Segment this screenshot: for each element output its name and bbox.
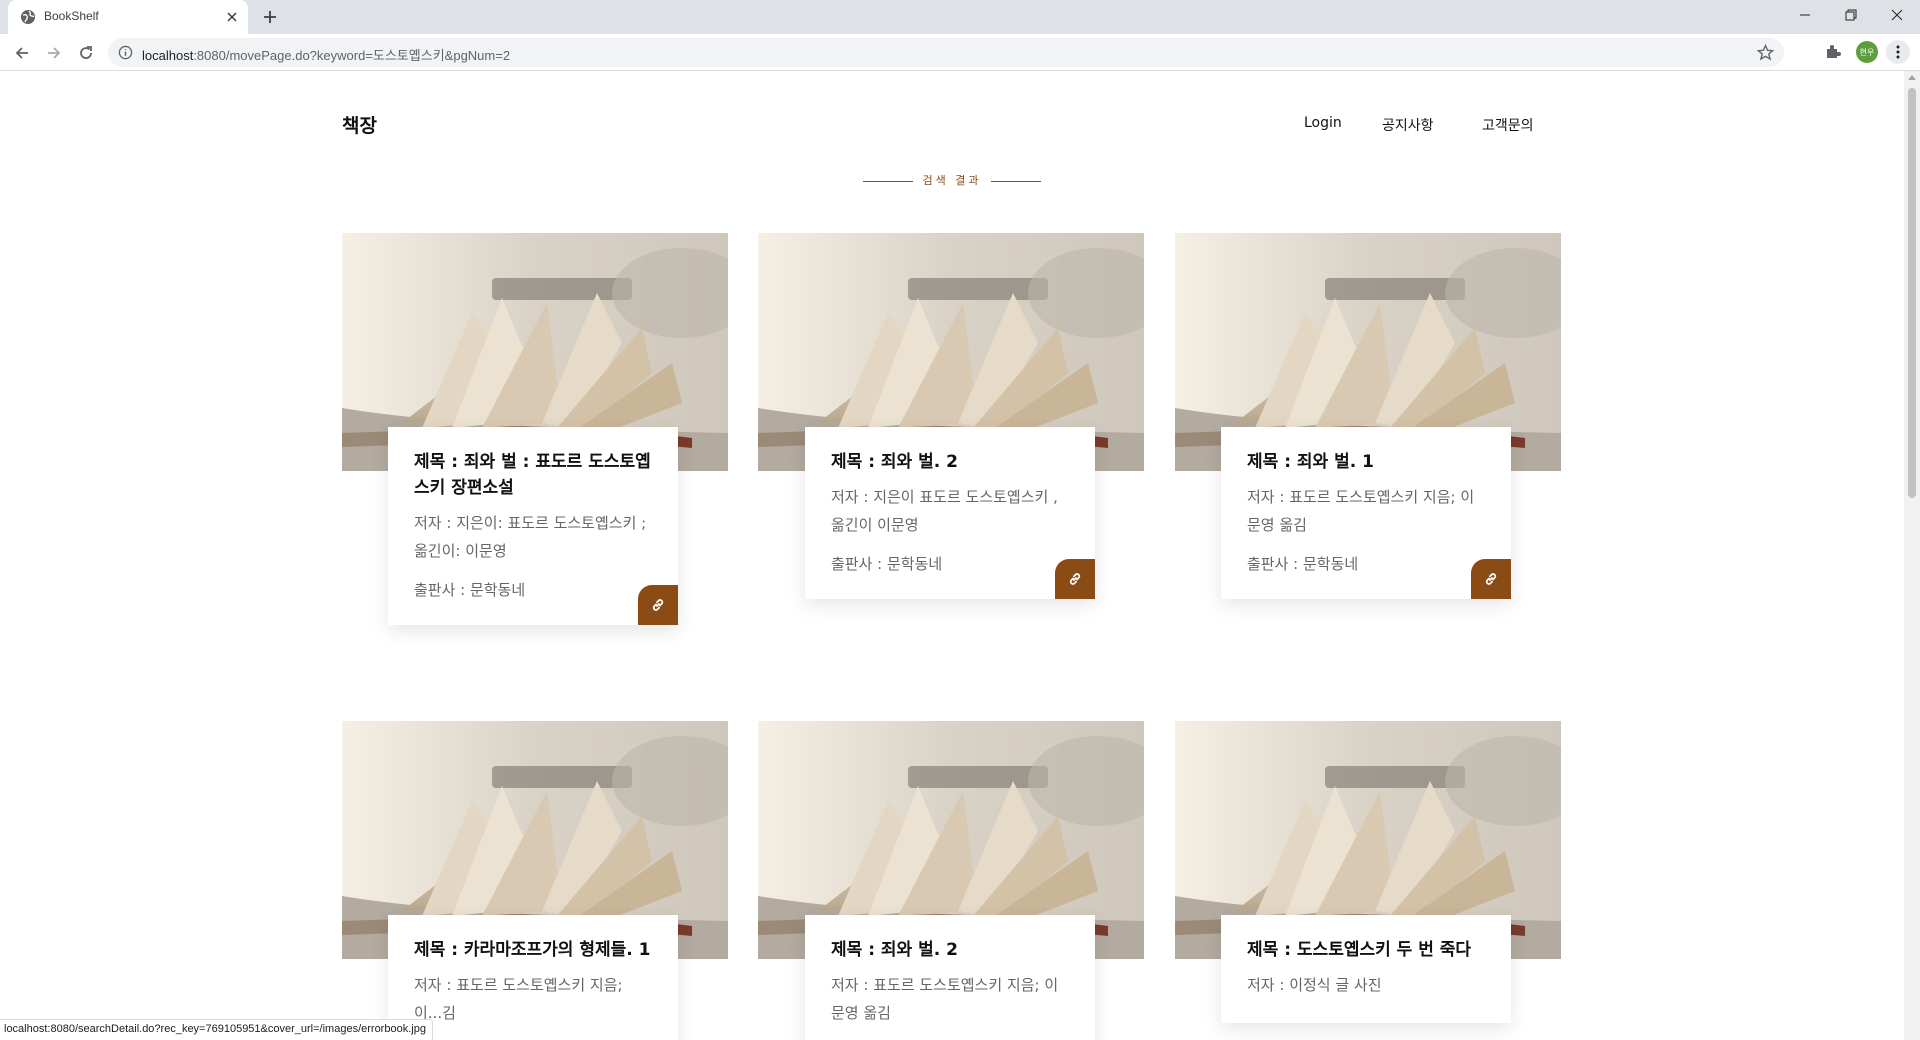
scroll-up-arrow-icon[interactable]	[1908, 75, 1916, 80]
book-author: 저자 : 지은이 표도르 도스토옙스키 ,옮긴이 이문영	[831, 488, 1058, 534]
tab-title: BookShelf	[44, 9, 99, 23]
browser-tab[interactable]: BookShelf	[8, 0, 248, 34]
link-icon	[650, 597, 666, 613]
book-card: 제목 : 죄와 벌. 1 저자 : 표도르 도스토옙스키 지음; 이문영 옮김 …	[1221, 427, 1511, 599]
nav-support[interactable]: 고객문의	[1482, 115, 1534, 135]
section-title-text: 검색 결과	[922, 174, 982, 187]
tab-strip: BookShelf	[0, 0, 1920, 34]
book-author: 저자 : 이정식 글 사진	[1247, 976, 1382, 994]
scrollbar-thumb[interactable]	[1908, 88, 1916, 498]
book-publisher: 출판사 : 문학동네	[1247, 555, 1359, 573]
heading-line-left	[862, 180, 913, 182]
back-button[interactable]	[10, 41, 34, 65]
detail-link-button[interactable]	[1471, 559, 1511, 599]
browser-toolbar: localhost:8080/movePage.do?keyword=도스토옙스…	[0, 34, 1920, 71]
site-logo[interactable]: 책장	[342, 111, 377, 138]
link-icon	[1067, 571, 1083, 587]
nav-login[interactable]: Login	[1304, 115, 1342, 131]
close-window-button[interactable]	[1874, 0, 1920, 30]
book-card: 제목 : 죄와 벌. 2 저자 : 지은이 표도르 도스토옙스키 ,옮긴이 이문…	[805, 427, 1095, 599]
detail-link-button[interactable]	[638, 585, 678, 625]
book-author: 저자 : 표도르 도스토옙스키 지음; 이문영 옮김	[831, 976, 1059, 1022]
book-publisher: 출판사 : 문학동네	[831, 555, 943, 573]
book-title: 제목 : 도스토옙스키 두 번 죽다	[1247, 940, 1472, 960]
nav-notice[interactable]: 공지사항	[1382, 115, 1434, 135]
detail-link-button[interactable]	[1055, 559, 1095, 599]
restore-icon	[1845, 9, 1857, 21]
profile-avatar[interactable]: 현우	[1856, 41, 1878, 63]
book-title: 제목 : 죄와 벌 : 표도르 도스토옙스키 장편소설	[414, 452, 651, 498]
url-path: :8080/movePage.do?keyword=도스토옙스키&pgNum=2	[193, 48, 511, 63]
arrow-right-icon	[48, 47, 61, 59]
reload-icon	[80, 46, 92, 59]
book-card: 제목 : 죄와 벌 : 표도르 도스토옙스키 장편소설 저자 : 지은이: 표도…	[388, 427, 678, 625]
url-text: localhost:8080/movePage.do?keyword=도스토옙스…	[142, 45, 510, 64]
arrow-left-icon	[15, 47, 28, 59]
reload-button[interactable]	[74, 41, 98, 65]
heading-line-right	[991, 180, 1042, 182]
section-heading: 검색 결과	[0, 172, 1904, 188]
book-card: 제목 : 죄와 벌. 2 저자 : 표도르 도스토옙스키 지음; 이문영 옮김	[805, 915, 1095, 1040]
restore-button[interactable]	[1828, 0, 1874, 30]
new-tab-icon[interactable]	[260, 7, 280, 27]
book-author: 저자 : 표도르 도스토옙스키 지음; 이문영 옮김	[1247, 488, 1475, 534]
book-title: 제목 : 죄와 벌. 1	[1247, 452, 1374, 472]
more-vertical-icon	[1896, 45, 1900, 59]
close-tab-icon[interactable]	[224, 9, 240, 25]
book-author: 저자 : 표도르 도스토옙스키 지음; 이...김	[414, 976, 623, 1022]
globe-icon	[21, 10, 35, 24]
book-card: 제목 : 도스토옙스키 두 번 죽다 저자 : 이정식 글 사진	[1221, 915, 1511, 1023]
site-info-icon[interactable]	[118, 45, 133, 60]
book-author: 저자 : 지은이: 표도르 도스토옙스키 ;옮긴이: 이문영	[414, 514, 647, 560]
bookmark-star-icon[interactable]	[1757, 44, 1774, 61]
link-icon	[1483, 571, 1499, 587]
minimize-button[interactable]	[1782, 0, 1828, 30]
forward-button[interactable]	[42, 41, 66, 65]
close-window-icon	[1891, 9, 1903, 21]
extensions-puzzle-icon[interactable]	[1824, 42, 1842, 60]
url-host: localhost	[142, 48, 194, 63]
book-title: 제목 : 죄와 벌. 2	[831, 940, 958, 960]
page-scrollbar[interactable]	[1904, 71, 1920, 1040]
book-title: 제목 : 죄와 벌. 2	[831, 452, 958, 472]
profile-label: 현우	[1859, 47, 1875, 57]
browser-menu-button[interactable]	[1886, 40, 1910, 64]
page-viewport: 책장 Login 공지사항 고객문의 검색 결과 제목 : 죄와 벌 : 표도르…	[0, 71, 1904, 1040]
link-status-bar: localhost:8080/searchDetail.do?rec_key=7…	[0, 1019, 433, 1040]
address-bar[interactable]: localhost:8080/movePage.do?keyword=도스토옙스…	[108, 38, 1784, 67]
book-publisher: 출판사 : 문학동네	[414, 581, 526, 599]
book-title: 제목 : 카라마조프가의 형제들. 1	[414, 940, 651, 960]
minimize-icon	[1800, 14, 1810, 16]
